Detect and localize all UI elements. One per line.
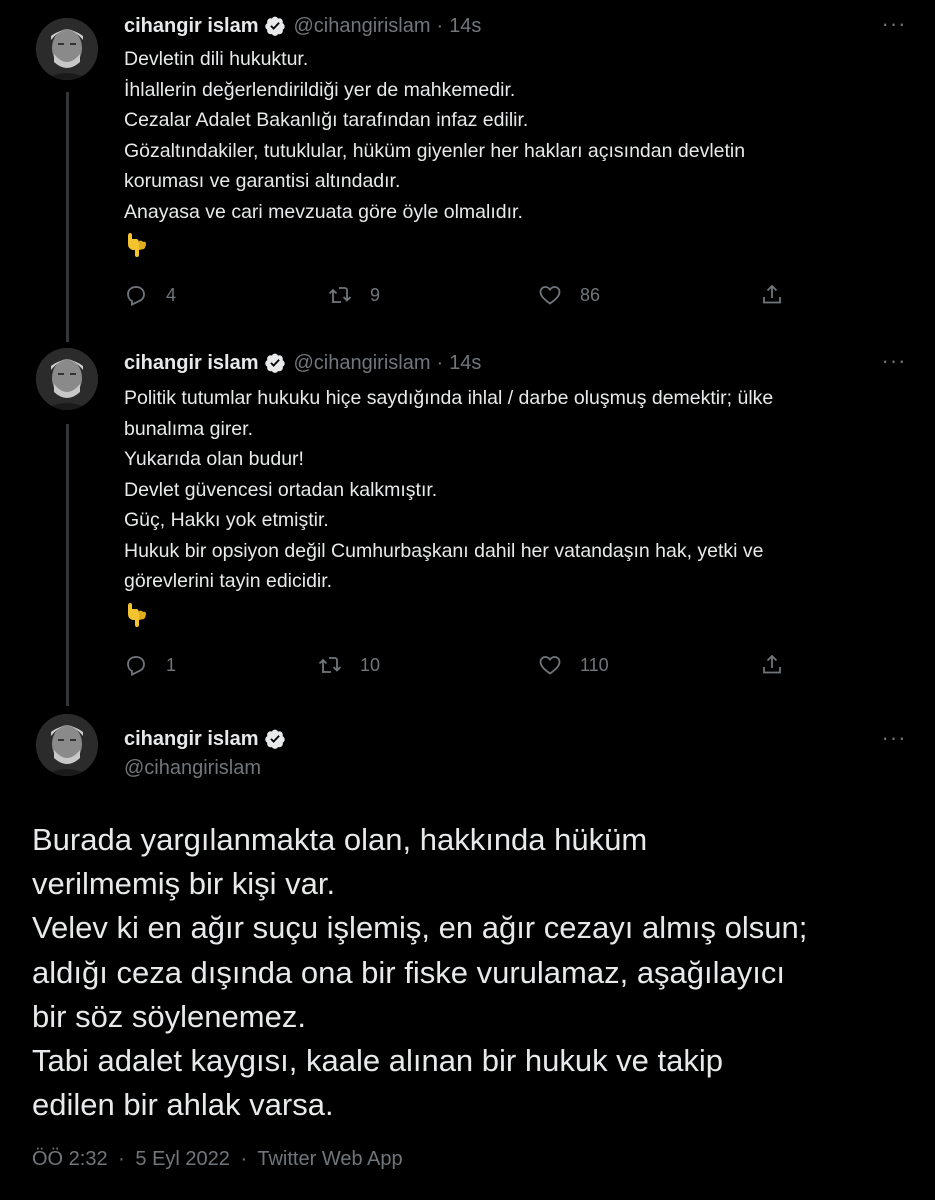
tweet-time[interactable]: 14s <box>449 352 481 375</box>
like-icon <box>539 286 561 305</box>
share-icon <box>763 654 781 674</box>
separator: · <box>436 14 444 37</box>
share-button[interactable] <box>760 653 784 677</box>
verified-badge-icon <box>264 16 285 36</box>
author-handle[interactable]: @cihangirislam <box>294 352 431 375</box>
share-icon <box>763 284 781 304</box>
tweet-text-line: bir söz söylenemez. <box>32 998 306 1034</box>
separator: · <box>240 1148 248 1170</box>
reply-icon <box>127 656 145 676</box>
avatar[interactable] <box>36 18 98 80</box>
reply-button[interactable]: 1 <box>124 653 176 677</box>
tweet-text-line: Devlet güvencesi ortadan kalkmıştır. <box>124 478 438 501</box>
tweet-text-line: Burada yargılanmakta olan, hakkında hükü… <box>32 822 648 857</box>
tweet-text-line: Tabi adalet kaygısı, kaale alınan bir hu… <box>32 1043 724 1079</box>
tweet-text-line: görevlerini tayin edicidir. <box>124 570 333 592</box>
tweet-text-line: Gözaltındakiler, tutuklular, hüküm giyen… <box>124 139 746 162</box>
retweet-count: 10 <box>360 654 381 675</box>
reply-count: 1 <box>166 654 177 675</box>
tweet-text-line: bunalıma girer. <box>124 417 253 440</box>
verified-badge-icon <box>264 729 285 749</box>
retweet-button[interactable]: 10 <box>318 653 380 677</box>
avatar[interactable] <box>36 348 98 410</box>
separator: · <box>118 1148 125 1170</box>
tweet-text-line: Devletin dili hukuktur. <box>124 48 309 70</box>
share-button[interactable] <box>760 283 784 307</box>
pointing-down-emoji-icon <box>128 602 146 627</box>
pointing-down-emoji-icon <box>128 233 146 257</box>
like-icon <box>539 656 561 675</box>
tweet-text-line: aldığı ceza dışında ona bir fiske vurula… <box>32 954 786 990</box>
tweet-source[interactable]: Twitter Web App <box>257 1148 402 1170</box>
like-button[interactable]: 86 <box>538 283 600 307</box>
tweet-text-line: Yukarıda olan budur! <box>124 448 304 470</box>
like-count: 110 <box>580 654 609 675</box>
retweet-icon <box>318 657 342 673</box>
tweet-date[interactable]: 5 Eyl 2022 <box>135 1148 230 1170</box>
tweet-meta: ÖÖ 2:32 · 5 Eyl 2022 · Twitter Web App <box>32 1148 403 1171</box>
author-name[interactable]: cihangir islam <box>124 352 259 375</box>
retweet-count: 9 <box>370 284 381 305</box>
reply-button[interactable]: 4 <box>124 283 176 307</box>
tweet-text-line: Cezalar Adalet Bakanlığı tarafından infa… <box>124 109 529 131</box>
avatar[interactable] <box>36 714 98 776</box>
verified-badge-icon <box>264 353 285 373</box>
more-icon[interactable]: ··· <box>879 13 909 38</box>
tweet-text-line: Hukuk bir opsiyon değil Cumhurbaşkanı da… <box>124 539 764 562</box>
tweet-text-line: Velev ki en ağır suçu işlemiş, en ağır c… <box>32 910 808 946</box>
tweet-text-line: Anayasa ve cari mevzuata göre öyle olmal… <box>124 200 523 223</box>
retweet-icon <box>328 287 352 303</box>
tweet-text-line: edilen bir ahlak varsa. <box>32 1087 334 1123</box>
tweet-text-line: verilmemiş bir kişi var. <box>32 866 336 902</box>
thread-tweet[interactable]: cihangir islam @cihangirislam · 14s ··· … <box>0 0 935 345</box>
author-name[interactable]: cihangir islam <box>124 728 259 751</box>
like-count: 86 <box>580 284 601 305</box>
more-icon[interactable]: ··· <box>879 727 909 752</box>
separator: · <box>436 351 444 374</box>
reply-icon <box>127 286 145 306</box>
author-name[interactable]: cihangir islam <box>124 15 259 38</box>
tweet-timestamp[interactable]: ÖÖ 2:32 <box>32 1148 108 1170</box>
author-handle[interactable]: @cihangirislam <box>294 15 431 38</box>
tweet-text-line: İhlallerin değerlendirildiği yer de mahk… <box>124 78 516 101</box>
author-handle[interactable]: @cihangirislam <box>124 757 261 780</box>
thread-tweet[interactable]: cihangir islam @cihangirislam · 14s ··· … <box>0 345 935 710</box>
retweet-button[interactable]: 9 <box>328 283 380 307</box>
tweet-text-line: Güç, Hakkı yok etmiştir. <box>124 509 329 531</box>
like-button[interactable]: 110 <box>538 653 609 677</box>
tweet-text-line: Politik tutumlar hukuku hiçe saydığında … <box>124 387 774 409</box>
more-icon[interactable]: ··· <box>879 350 909 375</box>
tweet-text-line: koruması ve garantisi altındadır. <box>124 170 401 192</box>
reply-count: 4 <box>166 284 177 305</box>
tweet-time[interactable]: 14s <box>449 15 481 38</box>
